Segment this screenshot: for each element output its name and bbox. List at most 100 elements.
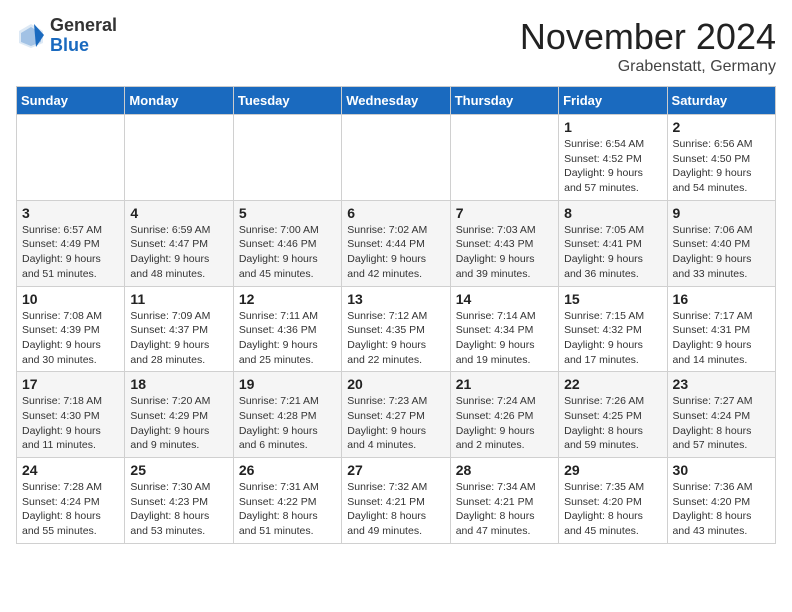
day-info: Sunrise: 7:17 AM Sunset: 4:31 PM Dayligh…: [673, 309, 770, 368]
calendar-cell: 7Sunrise: 7:03 AM Sunset: 4:43 PM Daylig…: [450, 200, 558, 286]
day-number: 10: [22, 291, 119, 307]
day-info: Sunrise: 7:36 AM Sunset: 4:20 PM Dayligh…: [673, 480, 770, 539]
day-number: 5: [239, 205, 336, 221]
calendar-cell: 3Sunrise: 6:57 AM Sunset: 4:49 PM Daylig…: [17, 200, 125, 286]
day-info: Sunrise: 7:35 AM Sunset: 4:20 PM Dayligh…: [564, 480, 661, 539]
calendar-week-row: 10 Sunrise: 7:08 AM Sunset: 4:39 PM Dayli…: [17, 286, 776, 372]
calendar-cell: 16 Sunrise: 7:17 AM Sunset: 4:31 PM Dayli…: [667, 286, 775, 372]
day-number: 13: [347, 291, 444, 307]
calendar-week-row: 3Sunrise: 6:57 AM Sunset: 4:49 PM Daylig…: [17, 200, 776, 286]
weekday-header-monday: Monday: [125, 87, 233, 115]
day-info: Sunrise: 7:03 AM Sunset: 4:43 PM Dayligh…: [456, 223, 553, 282]
day-number: 2: [673, 119, 770, 135]
calendar-cell: 9 Sunrise: 7:06 AM Sunset: 4:40 PM Daylig…: [667, 200, 775, 286]
calendar-cell: 2 Sunrise: 6:56 AM Sunset: 4:50 PM Daylig…: [667, 115, 775, 201]
day-info: Sunrise: 7:26 AM Sunset: 4:25 PM Dayligh…: [564, 394, 661, 453]
calendar-cell: 5 Sunrise: 7:00 AM Sunset: 4:46 PM Daylig…: [233, 200, 341, 286]
calendar-cell: 20 Sunrise: 7:23 AM Sunset: 4:27 PM Dayli…: [342, 372, 450, 458]
day-number: 12: [239, 291, 336, 307]
day-number: 26: [239, 462, 336, 478]
day-info: Sunrise: 7:00 AM Sunset: 4:46 PM Dayligh…: [239, 223, 336, 282]
calendar-cell: 1Sunrise: 6:54 AM Sunset: 4:52 PM Daylig…: [559, 115, 667, 201]
logo-general-text: General: [50, 16, 117, 36]
day-info: Sunrise: 6:54 AM Sunset: 4:52 PM Dayligh…: [564, 137, 661, 196]
day-number: 29: [564, 462, 661, 478]
calendar-cell: [450, 115, 558, 201]
day-number: 18: [130, 376, 227, 392]
day-info: Sunrise: 7:05 AM Sunset: 4:41 PM Dayligh…: [564, 223, 661, 282]
weekday-header-saturday: Saturday: [667, 87, 775, 115]
day-info: Sunrise: 7:08 AM Sunset: 4:39 PM Dayligh…: [22, 309, 119, 368]
calendar-cell: 11 Sunrise: 7:09 AM Sunset: 4:37 PM Dayli…: [125, 286, 233, 372]
day-info: Sunrise: 7:28 AM Sunset: 4:24 PM Dayligh…: [22, 480, 119, 539]
month-title: November 2024: [520, 16, 776, 58]
day-number: 30: [673, 462, 770, 478]
weekday-header-row: SundayMondayTuesdayWednesdayThursdayFrid…: [17, 87, 776, 115]
day-number: 9: [673, 205, 770, 221]
day-number: 15: [564, 291, 661, 307]
day-info: Sunrise: 7:21 AM Sunset: 4:28 PM Dayligh…: [239, 394, 336, 453]
day-info: Sunrise: 7:06 AM Sunset: 4:40 PM Dayligh…: [673, 223, 770, 282]
calendar-cell: 19Sunrise: 7:21 AM Sunset: 4:28 PM Dayli…: [233, 372, 341, 458]
day-info: Sunrise: 7:11 AM Sunset: 4:36 PM Dayligh…: [239, 309, 336, 368]
calendar-table: SundayMondayTuesdayWednesdayThursdayFrid…: [16, 86, 776, 544]
calendar-cell: 29 Sunrise: 7:35 AM Sunset: 4:20 PM Dayli…: [559, 458, 667, 544]
page-header: General Blue November 2024 Grabenstatt, …: [16, 16, 776, 76]
day-number: 25: [130, 462, 227, 478]
weekday-header-tuesday: Tuesday: [233, 87, 341, 115]
day-number: 27: [347, 462, 444, 478]
day-info: Sunrise: 7:14 AM Sunset: 4:34 PM Dayligh…: [456, 309, 553, 368]
weekday-header-thursday: Thursday: [450, 87, 558, 115]
day-number: 24: [22, 462, 119, 478]
day-info: Sunrise: 7:12 AM Sunset: 4:35 PM Dayligh…: [347, 309, 444, 368]
day-number: 14: [456, 291, 553, 307]
calendar-cell: 18 Sunrise: 7:20 AM Sunset: 4:29 PM Dayli…: [125, 372, 233, 458]
calendar-cell: [125, 115, 233, 201]
day-info: Sunrise: 7:32 AM Sunset: 4:21 PM Dayligh…: [347, 480, 444, 539]
day-info: Sunrise: 7:31 AM Sunset: 4:22 PM Dayligh…: [239, 480, 336, 539]
weekday-header-sunday: Sunday: [17, 87, 125, 115]
calendar-cell: 26 Sunrise: 7:31 AM Sunset: 4:22 PM Dayli…: [233, 458, 341, 544]
calendar-week-row: 17Sunrise: 7:18 AM Sunset: 4:30 PM Dayli…: [17, 372, 776, 458]
location-text: Grabenstatt, Germany: [520, 58, 776, 76]
day-number: 23: [673, 376, 770, 392]
day-info: Sunrise: 7:09 AM Sunset: 4:37 PM Dayligh…: [130, 309, 227, 368]
calendar-cell: 6Sunrise: 7:02 AM Sunset: 4:44 PM Daylig…: [342, 200, 450, 286]
calendar-cell: 28 Sunrise: 7:34 AM Sunset: 4:21 PM Dayli…: [450, 458, 558, 544]
logo-text: General Blue: [50, 16, 117, 56]
logo-blue-text: Blue: [50, 36, 117, 56]
day-info: Sunrise: 6:56 AM Sunset: 4:50 PM Dayligh…: [673, 137, 770, 196]
logo-icon: [16, 21, 46, 51]
calendar-cell: [342, 115, 450, 201]
weekday-header-friday: Friday: [559, 87, 667, 115]
day-info: Sunrise: 7:27 AM Sunset: 4:24 PM Dayligh…: [673, 394, 770, 453]
day-info: Sunrise: 7:24 AM Sunset: 4:26 PM Dayligh…: [456, 394, 553, 453]
calendar-cell: 21 Sunrise: 7:24 AM Sunset: 4:26 PM Dayli…: [450, 372, 558, 458]
weekday-header-wednesday: Wednesday: [342, 87, 450, 115]
day-number: 17: [22, 376, 119, 392]
calendar-cell: 10 Sunrise: 7:08 AM Sunset: 4:39 PM Dayli…: [17, 286, 125, 372]
day-info: Sunrise: 7:15 AM Sunset: 4:32 PM Dayligh…: [564, 309, 661, 368]
calendar-cell: 25 Sunrise: 7:30 AM Sunset: 4:23 PM Dayli…: [125, 458, 233, 544]
day-number: 28: [456, 462, 553, 478]
calendar-cell: [233, 115, 341, 201]
day-number: 20: [347, 376, 444, 392]
calendar-cell: 27 Sunrise: 7:32 AM Sunset: 4:21 PM Dayli…: [342, 458, 450, 544]
calendar-cell: 12 Sunrise: 7:11 AM Sunset: 4:36 PM Dayli…: [233, 286, 341, 372]
day-number: 16: [673, 291, 770, 307]
calendar-cell: 23 Sunrise: 7:27 AM Sunset: 4:24 PM Dayli…: [667, 372, 775, 458]
day-number: 6: [347, 205, 444, 221]
day-info: Sunrise: 6:59 AM Sunset: 4:47 PM Dayligh…: [130, 223, 227, 282]
calendar-cell: 30 Sunrise: 7:36 AM Sunset: 4:20 PM Dayli…: [667, 458, 775, 544]
logo: General Blue: [16, 16, 117, 56]
calendar-cell: 17Sunrise: 7:18 AM Sunset: 4:30 PM Dayli…: [17, 372, 125, 458]
day-info: Sunrise: 7:34 AM Sunset: 4:21 PM Dayligh…: [456, 480, 553, 539]
day-info: Sunrise: 7:20 AM Sunset: 4:29 PM Dayligh…: [130, 394, 227, 453]
calendar-cell: [17, 115, 125, 201]
day-number: 22: [564, 376, 661, 392]
day-number: 21: [456, 376, 553, 392]
day-info: Sunrise: 7:23 AM Sunset: 4:27 PM Dayligh…: [347, 394, 444, 453]
day-info: Sunrise: 7:30 AM Sunset: 4:23 PM Dayligh…: [130, 480, 227, 539]
calendar-week-row: 24 Sunrise: 7:28 AM Sunset: 4:24 PM Dayli…: [17, 458, 776, 544]
day-number: 11: [130, 291, 227, 307]
